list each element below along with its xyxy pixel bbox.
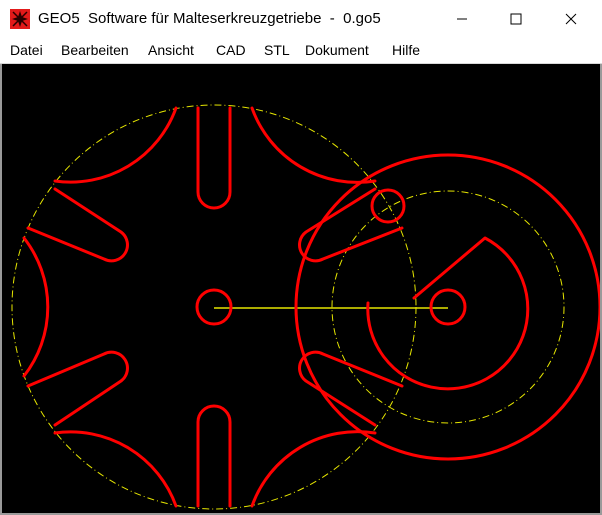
geneva-drive-drawing: [11, 104, 600, 510]
geneva-concave-bottom-right: [250, 430, 377, 508]
app-icon: [10, 9, 30, 29]
menu-bar: Datei Bearbeiten Ansicht CAD STL Dokumen…: [0, 38, 602, 64]
close-button[interactable]: [548, 0, 594, 38]
title-bar[interactable]: GEO5 Software für Malteserkreuzgetriebe …: [0, 0, 602, 38]
geneva-slot-lower-right: [298, 350, 404, 427]
drawing-canvas[interactable]: [2, 64, 600, 513]
menu-hilfe[interactable]: Hilfe: [392, 42, 420, 58]
application-window: GEO5 Software für Malteserkreuzgetriebe …: [0, 0, 602, 515]
maximize-icon: [510, 13, 522, 25]
menu-dokument[interactable]: Dokument: [305, 42, 369, 58]
driver-outer-disc: [294, 153, 600, 461]
geneva-concave-left: [22, 236, 50, 378]
driver-wheel: [294, 153, 600, 461]
menu-datei[interactable]: Datei: [10, 42, 43, 58]
geneva-concave-top-left: [53, 106, 178, 184]
maximize-button[interactable]: [493, 0, 539, 38]
driver-locking-arc: [366, 236, 530, 391]
geneva-slot-upper-right: [298, 187, 404, 263]
geneva-pitch-circle: [11, 104, 417, 510]
construction-lines: [11, 104, 565, 510]
driver-hub: [429, 288, 467, 326]
driver-pin: [370, 188, 406, 224]
menu-stl[interactable]: STL: [264, 42, 290, 58]
close-icon: [565, 13, 577, 25]
menu-ansicht[interactable]: Ansicht: [148, 42, 194, 58]
window-title: GEO5 Software für Malteserkreuzgetriebe …: [38, 10, 381, 27]
minimize-button[interactable]: [439, 0, 485, 38]
geneva-slot-bottom: [196, 404, 232, 508]
menu-bearbeiten[interactable]: Bearbeiten: [61, 42, 129, 58]
menu-cad[interactable]: CAD: [216, 42, 246, 58]
geneva-concave-bottom-left: [53, 430, 178, 508]
geneva-concave-top-right: [250, 106, 377, 184]
geneva-slot-top: [196, 106, 232, 210]
geneva-hub: [195, 288, 233, 326]
geneva-wheel: [22, 106, 404, 508]
minimize-icon: [457, 18, 467, 20]
